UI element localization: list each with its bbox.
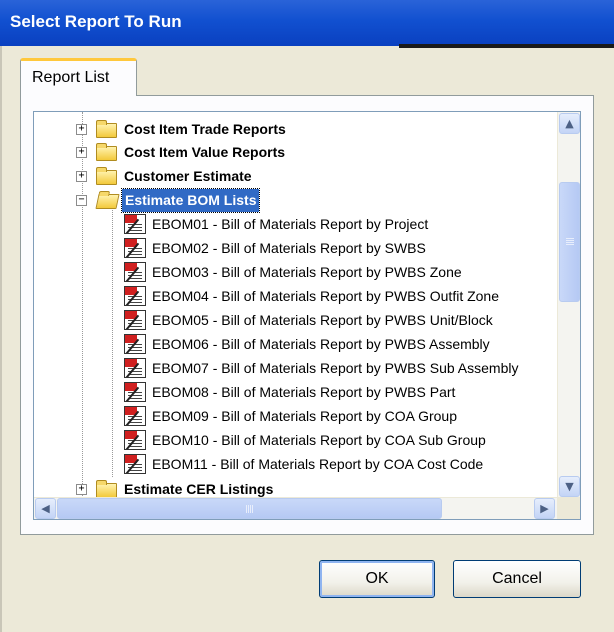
horizontal-scrollbar[interactable]: ◀ ▶	[34, 497, 557, 519]
report-item[interactable]: EBOM02 - Bill of Materials Report by SWB…	[34, 237, 557, 260]
report-item[interactable]: EBOM03 - Bill of Materials Report by PWB…	[34, 261, 557, 284]
tree-category-row[interactable]: + Customer Estimate	[34, 165, 554, 188]
report-icon	[124, 430, 146, 450]
tree-category-row[interactable]: − Estimate BOM Lists	[34, 188, 554, 213]
category-label: Cost Item Trade Reports	[124, 121, 286, 137]
title-shadow	[399, 44, 614, 48]
tree-category-row[interactable]: + Cost Item Value Reports	[34, 141, 554, 164]
scroll-left-icon[interactable]: ◀	[35, 498, 56, 519]
category-label: Estimate CER Listings	[124, 481, 274, 497]
expand-plus-icon[interactable]: +	[76, 147, 87, 158]
report-label: EBOM09 - Bill of Materials Report by COA…	[152, 408, 457, 424]
report-label: EBOM06 - Bill of Materials Report by PWB…	[152, 336, 490, 352]
report-icon	[124, 238, 146, 258]
report-label: EBOM08 - Bill of Materials Report by PWB…	[152, 384, 456, 400]
report-label: EBOM02 - Bill of Materials Report by SWB…	[152, 240, 426, 256]
report-item[interactable]: EBOM08 - Bill of Materials Report by PWB…	[34, 381, 557, 404]
report-icon	[124, 382, 146, 402]
report-label: EBOM01 - Bill of Materials Report by Pro…	[152, 216, 429, 232]
report-item[interactable]: EBOM01 - Bill of Materials Report by Pro…	[34, 213, 557, 236]
dialog-border	[0, 46, 2, 632]
folder-icon	[96, 120, 117, 138]
report-icon	[124, 286, 146, 306]
grip-icon	[246, 505, 247, 513]
scroll-right-icon[interactable]: ▶	[534, 498, 555, 519]
category-label: Cost Item Value Reports	[124, 144, 286, 160]
scroll-up-icon[interactable]: ▲	[559, 113, 580, 134]
report-label: EBOM07 - Bill of Materials Report by PWB…	[152, 360, 519, 376]
report-item[interactable]: EBOM05 - Bill of Materials Report by PWB…	[34, 309, 557, 332]
expand-plus-icon[interactable]: +	[76, 484, 87, 495]
report-icon	[124, 334, 146, 354]
expand-plus-icon[interactable]: +	[76, 171, 87, 182]
cancel-button[interactable]: Cancel	[453, 560, 581, 598]
tree-category-row[interactable]: + Cost Item Trade Reports	[34, 118, 554, 141]
expand-plus-icon[interactable]: +	[76, 124, 87, 135]
category-label: Customer Estimate	[124, 168, 252, 184]
grip-icon	[566, 238, 574, 239]
report-label: EBOM05 - Bill of Materials Report by PWB…	[152, 312, 493, 328]
window-title: Select Report To Run	[0, 0, 614, 46]
report-tree[interactable]: + Cost Item Trade Reports + Cost Item Va…	[33, 111, 581, 520]
report-icon	[124, 406, 146, 426]
folder-icon	[96, 480, 117, 498]
open-folder-icon	[95, 194, 120, 209]
tab-report-list[interactable]: Report List	[20, 58, 137, 96]
scrollbar-corner	[557, 497, 580, 519]
report-label: EBOM03 - Bill of Materials Report by PWB…	[152, 264, 462, 280]
report-icon	[124, 214, 146, 234]
report-label: EBOM10 - Bill of Materials Report by COA…	[152, 432, 486, 448]
report-icon	[124, 358, 146, 378]
vertical-scrollbar[interactable]: ▲ ▼	[557, 112, 580, 498]
report-label: EBOM11 - Bill of Materials Report by COA…	[152, 456, 484, 472]
ok-button[interactable]: OK	[319, 560, 435, 598]
collapse-minus-icon[interactable]: −	[76, 195, 87, 206]
report-item[interactable]: EBOM10 - Bill of Materials Report by COA…	[34, 429, 557, 452]
vertical-scroll-thumb[interactable]	[559, 182, 580, 302]
report-icon	[124, 454, 146, 474]
report-icon	[124, 310, 146, 330]
report-item[interactable]: EBOM06 - Bill of Materials Report by PWB…	[34, 333, 557, 356]
report-item[interactable]: EBOM04 - Bill of Materials Report by PWB…	[34, 285, 557, 308]
report-label: EBOM04 - Bill of Materials Report by PWB…	[152, 288, 500, 304]
scroll-down-icon[interactable]: ▼	[559, 476, 580, 497]
report-icon	[124, 262, 146, 282]
report-item[interactable]: EBOM09 - Bill of Materials Report by COA…	[34, 405, 557, 428]
folder-icon	[96, 143, 117, 161]
report-item[interactable]: EBOM11 - Bill of Materials Report by COA…	[34, 453, 557, 476]
category-label-selected: Estimate BOM Lists	[120, 188, 261, 213]
tree-viewport: + Cost Item Trade Reports + Cost Item Va…	[34, 112, 557, 498]
folder-icon	[96, 167, 117, 185]
report-item[interactable]: EBOM07 - Bill of Materials Report by PWB…	[34, 357, 557, 380]
tree-category-row[interactable]: + Estimate CER Listings	[34, 478, 554, 498]
horizontal-scroll-thumb[interactable]	[57, 498, 442, 519]
